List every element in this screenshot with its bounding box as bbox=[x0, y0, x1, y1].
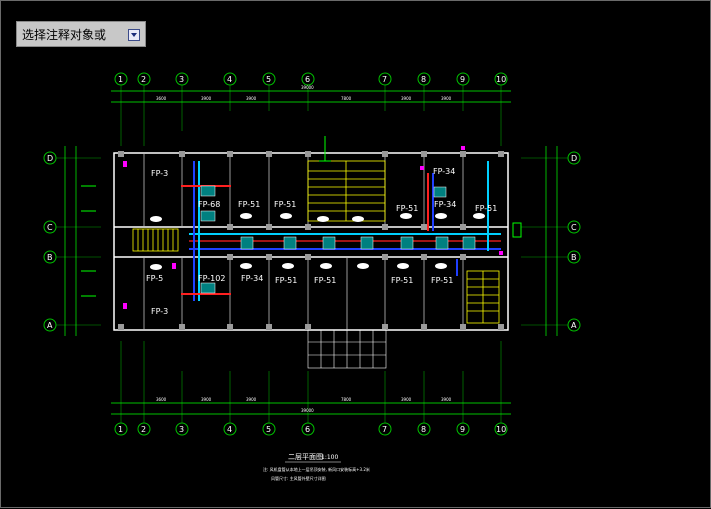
svg-text:1: 1 bbox=[118, 425, 123, 434]
svg-text:3900: 3900 bbox=[441, 96, 452, 101]
command-prompt[interactable]: 选择注释对象或 bbox=[16, 21, 146, 47]
svg-text:3900: 3900 bbox=[246, 397, 257, 402]
svg-text:39000: 39000 bbox=[301, 85, 314, 90]
label-fp-34-c: FP-34 bbox=[241, 274, 263, 283]
svg-text:2: 2 bbox=[141, 425, 146, 434]
svg-text:9: 9 bbox=[460, 75, 465, 84]
top-axis-bubbles bbox=[114, 72, 508, 86]
svg-text:3900: 3900 bbox=[401, 96, 412, 101]
label-fp-34-a: FP-34 bbox=[433, 167, 455, 176]
svg-text:C: C bbox=[571, 223, 577, 232]
svg-text:3: 3 bbox=[179, 425, 184, 434]
svg-text:6: 6 bbox=[305, 75, 310, 84]
svg-text:B: B bbox=[571, 253, 577, 262]
svg-text:8: 8 bbox=[421, 425, 426, 434]
drawing-scale: 1:100 bbox=[321, 454, 338, 461]
label-fp-51-c: FP-51 bbox=[396, 204, 418, 213]
svg-text:2: 2 bbox=[141, 75, 146, 84]
svg-text:D: D bbox=[571, 154, 577, 163]
label-fp-34-b: FP-34 bbox=[434, 200, 456, 209]
svg-text:3900: 3900 bbox=[246, 96, 257, 101]
label-fp-51-d: FP-51 bbox=[475, 204, 497, 213]
label-fp-5-left: FP-5 bbox=[146, 274, 163, 283]
svg-text:9: 9 bbox=[460, 425, 465, 434]
svg-text:3: 3 bbox=[179, 75, 184, 84]
label-fp-51-h: FP-51 bbox=[431, 276, 453, 285]
entrance-porch bbox=[307, 329, 387, 369]
svg-text:3900: 3900 bbox=[201, 96, 212, 101]
svg-text:1: 1 bbox=[118, 75, 123, 84]
green-fittings bbox=[81, 136, 522, 297]
svg-text:3900: 3900 bbox=[201, 397, 212, 402]
label-fp-51-e: FP-51 bbox=[275, 276, 297, 285]
svg-text:3900: 3900 bbox=[401, 397, 412, 402]
svg-text:7: 7 bbox=[382, 75, 387, 84]
chevron-down-icon[interactable] bbox=[128, 29, 140, 41]
svg-text:C: C bbox=[47, 223, 53, 232]
main-stair bbox=[307, 160, 386, 222]
command-prompt-text: 选择注释对象或 bbox=[22, 28, 107, 42]
cad-viewport[interactable]: 1 2 3 4 5 6 7 8 9 10 1 2 3 4 5 6 7 8 9 1… bbox=[0, 0, 711, 508]
drawing-title: 二层平面图 bbox=[288, 453, 323, 461]
svg-text:6: 6 bbox=[305, 425, 310, 434]
svg-text:4: 4 bbox=[227, 75, 232, 84]
svg-text:10: 10 bbox=[496, 425, 506, 434]
svg-text:A: A bbox=[47, 321, 53, 330]
svg-text:D: D bbox=[47, 154, 53, 163]
svg-text:10: 10 bbox=[496, 75, 506, 84]
label-fp-3-top: FP-3 bbox=[151, 169, 168, 178]
svg-text:7: 7 bbox=[382, 425, 387, 434]
svg-text:5: 5 bbox=[266, 425, 271, 434]
grid-lines bbox=[56, 85, 568, 423]
svg-text:3600: 3600 bbox=[156, 96, 167, 101]
label-fp-51-f: FP-51 bbox=[314, 276, 336, 285]
svg-text:39000: 39000 bbox=[301, 408, 314, 413]
label-fp-51-g: FP-51 bbox=[391, 276, 413, 285]
svg-text:8: 8 bbox=[421, 75, 426, 84]
svg-text:B: B bbox=[47, 253, 53, 262]
svg-text:3900: 3900 bbox=[441, 397, 452, 402]
right-stair bbox=[466, 270, 500, 324]
label-fp-51-a: FP-51 bbox=[238, 200, 260, 209]
dimension-lines bbox=[64, 90, 558, 415]
svg-text:7800: 7800 bbox=[341, 397, 352, 402]
drawing-note-1: 注: 风机盘管从本地上一层吊顶安装, 新风口安装标高+3.2米 bbox=[263, 466, 370, 472]
drawing-title-block: 二层平面图 1:100 注: 风机盘管从本地上一层吊顶安装, 新风口安装标高+3… bbox=[263, 453, 370, 481]
label-fp-51-b: FP-51 bbox=[274, 200, 296, 209]
svg-text:5: 5 bbox=[266, 75, 271, 84]
floor-plan-drawing[interactable]: 1 2 3 4 5 6 7 8 9 10 1 2 3 4 5 6 7 8 9 1… bbox=[1, 1, 711, 509]
svg-text:A: A bbox=[571, 321, 577, 330]
label-fp-3-bot: FP-3 bbox=[151, 307, 168, 316]
label-fp-68: FP-68 bbox=[198, 200, 220, 209]
svg-text:4: 4 bbox=[227, 425, 232, 434]
left-stair bbox=[132, 228, 179, 252]
svg-text:7800: 7800 bbox=[341, 96, 352, 101]
bottom-axis-bubbles bbox=[114, 422, 508, 436]
drawing-note-2: 风管尺寸: 主风管外壁尺寸详图 bbox=[271, 475, 326, 481]
label-fp-102: FP-102 bbox=[198, 274, 225, 283]
svg-text:3600: 3600 bbox=[156, 397, 167, 402]
